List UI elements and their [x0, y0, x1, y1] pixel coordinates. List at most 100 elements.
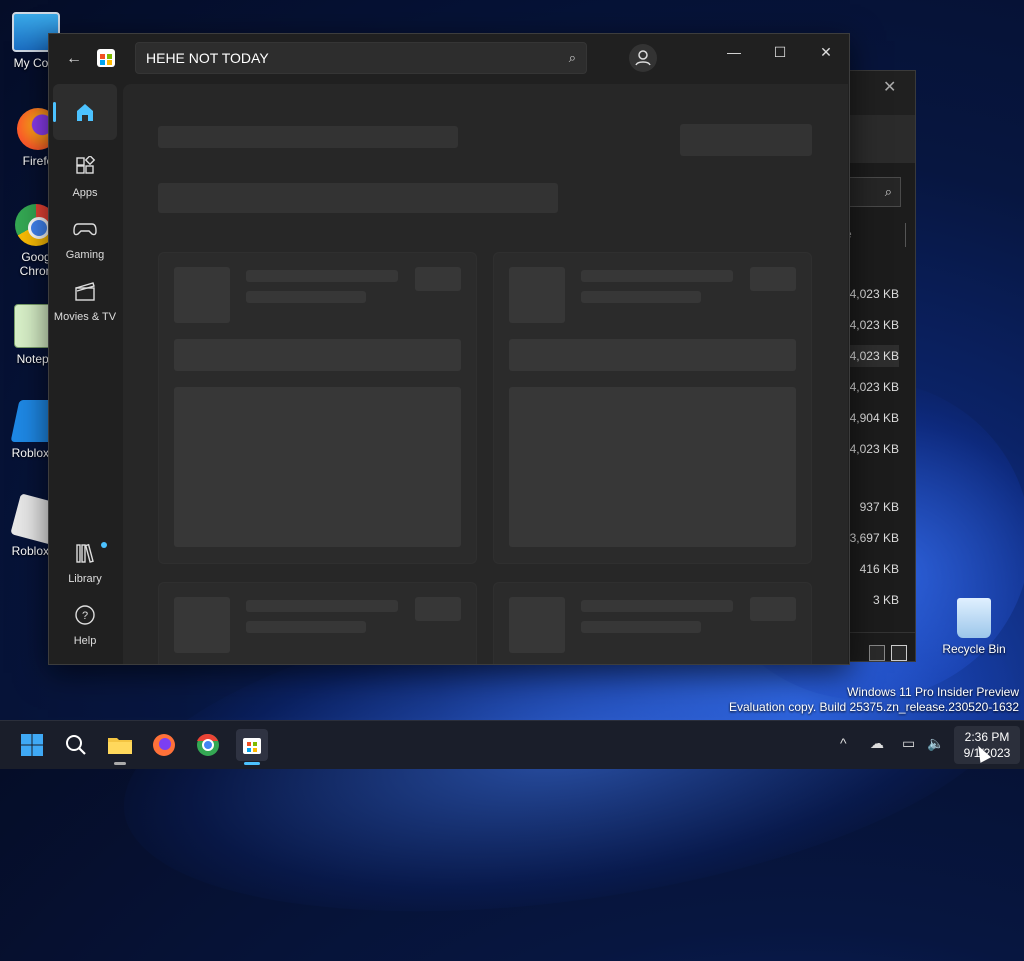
taskbar-chrome[interactable] — [192, 729, 224, 761]
skeleton-button — [680, 124, 812, 156]
nav-item-home[interactable] — [53, 84, 117, 140]
taskbar-microsoft-store[interactable] — [236, 729, 268, 765]
nav-item-label: Movies & TV — [53, 311, 117, 323]
skeleton-card — [158, 582, 477, 664]
gaming-controller-icon — [73, 223, 97, 236]
microsoft-store-window[interactable]: ← HEHE NOT TODAY ⌕ — ☐ ✕ Apps Gaming Mov… — [48, 33, 850, 665]
file-size: 54,023 KB — [842, 318, 899, 332]
file-size: 54,023 KB — [842, 287, 899, 301]
skeleton-line — [246, 291, 366, 303]
explorer-search-box[interactable]: ⌕ — [849, 177, 901, 207]
skeleton-line — [581, 291, 701, 303]
search-icon[interactable]: ⌕ — [569, 43, 576, 73]
skeleton-thumbnail — [509, 597, 565, 653]
skeleton-thumbnail — [174, 597, 230, 653]
back-arrow-icon[interactable]: ← — [63, 48, 85, 70]
skeleton-line — [581, 600, 733, 612]
skeleton-thumbnail — [174, 267, 230, 323]
skeleton-card — [493, 582, 812, 664]
account-icon[interactable] — [629, 44, 657, 72]
skeleton-thumbnail — [509, 267, 565, 323]
firefox-icon — [153, 734, 175, 756]
watermark-line-2: Evaluation copy. Build 25375.zn_release.… — [729, 700, 1019, 714]
clock-time: 2:36 PM — [964, 730, 1010, 744]
active-indicator — [244, 762, 260, 765]
skeleton-chip — [415, 597, 461, 621]
file-size: 54,023 KB — [842, 380, 899, 394]
nav-item-label: Apps — [72, 187, 98, 199]
nav-item-help[interactable]: ? Help — [53, 604, 117, 647]
file-size: 54,023 KB — [842, 442, 899, 456]
recycle-bin-icon — [957, 598, 991, 638]
taskbar-file-explorer[interactable] — [104, 729, 136, 765]
file-size: 4,904 KB — [849, 411, 899, 425]
apps-icon — [76, 154, 96, 174]
volume-icon[interactable]: 🔈 — [927, 735, 944, 752]
taskbar: ^ ☁ ▭ 🔈 2:36 PM 9/1/2023 — [0, 720, 1024, 769]
skeleton-chip — [415, 267, 461, 291]
file-size: 416 KB — [859, 562, 899, 576]
desktop-icon-recycle-bin[interactable]: Recycle Bin — [938, 598, 1010, 656]
network-icon[interactable]: ▭ — [902, 735, 915, 752]
skeleton-bar — [174, 339, 461, 371]
nav-item-movies-tv[interactable]: Movies & TV — [53, 280, 117, 323]
skeleton-title — [158, 126, 458, 148]
file-size: 937 KB — [859, 500, 899, 514]
minimize-button[interactable]: — — [717, 40, 751, 64]
store-content-loading — [123, 84, 848, 664]
notification-dot — [101, 542, 107, 548]
windows-evaluation-watermark: Windows 11 Pro Insider Preview Evaluatio… — [729, 685, 1019, 715]
home-icon — [77, 104, 93, 121]
search-icon: ⌕ — [884, 184, 892, 199]
skeleton-chip — [750, 597, 796, 621]
skeleton-bar — [509, 339, 796, 371]
store-sidebar: Apps Gaming Movies & TV Library ? Help — [49, 84, 121, 664]
taskbar-firefox[interactable] — [148, 729, 180, 761]
onedrive-icon[interactable]: ☁ — [870, 735, 884, 752]
nav-item-label: Gaming — [65, 249, 105, 261]
explorer-column-header[interactable]: e — [845, 223, 906, 247]
nav-item-label: Help — [73, 635, 97, 647]
explorer-ribbon — [849, 115, 915, 163]
library-icon — [76, 543, 94, 563]
skeleton-line — [581, 270, 733, 282]
desktop-icon-label: Recycle Bin — [942, 642, 1006, 656]
tiles-view-icon[interactable] — [891, 645, 907, 661]
chrome-icon — [197, 733, 219, 756]
store-icon — [243, 738, 261, 754]
explorer-close-icon[interactable]: ✕ — [883, 77, 896, 97]
windows-logo-icon — [21, 734, 43, 756]
running-indicator — [114, 762, 126, 765]
skeleton-line — [581, 621, 701, 633]
search-icon — [66, 735, 86, 755]
watermark-line-1: Windows 11 Pro Insider Preview — [847, 685, 1019, 699]
skeleton-line — [246, 600, 398, 612]
start-button[interactable] — [16, 729, 48, 761]
skeleton-line — [246, 621, 366, 633]
file-size: 3,697 KB — [849, 531, 899, 545]
skeleton-line — [246, 270, 398, 282]
search-query-text: HEHE NOT TODAY — [146, 50, 269, 66]
nav-item-gaming[interactable]: Gaming — [53, 218, 117, 261]
skeleton-card — [158, 252, 477, 564]
store-search-input[interactable]: HEHE NOT TODAY ⌕ — [135, 42, 587, 74]
skeleton-subtitle — [158, 183, 558, 213]
file-size: 3 KB — [872, 593, 899, 607]
nav-item-label: Library — [68, 573, 102, 585]
clapperboard-icon — [75, 282, 95, 301]
help-icon: ? — [75, 605, 95, 625]
skeleton-image — [509, 387, 796, 547]
close-button[interactable]: ✕ — [809, 40, 843, 64]
store-titlebar: ← HEHE NOT TODAY ⌕ — ☐ ✕ — [49, 34, 849, 84]
nav-item-apps[interactable]: Apps — [53, 154, 117, 199]
svg-text:?: ? — [82, 610, 88, 622]
store-logo-icon — [97, 49, 115, 67]
search-button[interactable] — [60, 729, 92, 761]
skeleton-image — [174, 387, 461, 547]
skeleton-chip — [750, 267, 796, 291]
nav-item-library[interactable]: Library — [53, 542, 117, 585]
folder-icon — [108, 738, 132, 754]
show-hidden-icons-chevron[interactable]: ^ — [840, 735, 847, 751]
details-view-icon[interactable] — [869, 645, 885, 661]
maximize-button[interactable]: ☐ — [763, 40, 797, 64]
